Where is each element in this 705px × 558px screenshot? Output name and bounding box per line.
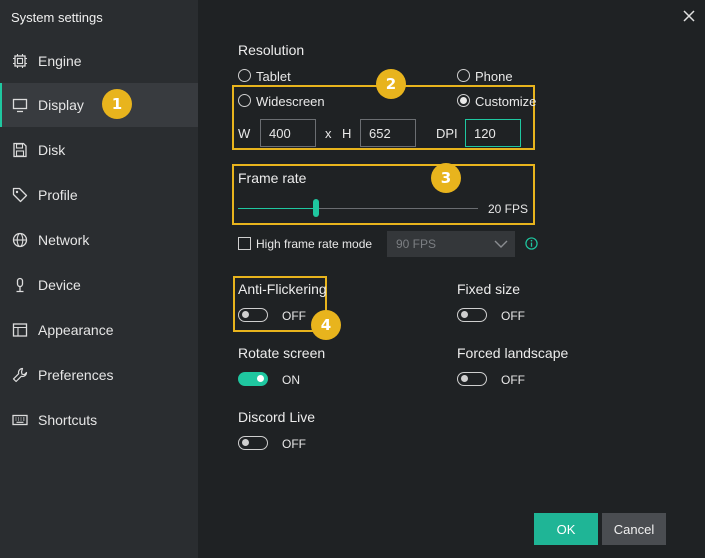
rotate-screen-toggle[interactable]	[238, 372, 268, 386]
sidebar-item-network[interactable]: Network	[0, 218, 198, 262]
discord-live-toggle[interactable]	[238, 436, 268, 450]
close-icon[interactable]	[681, 8, 697, 24]
radio-widescreen[interactable]	[238, 94, 251, 107]
forced-landscape-toggle[interactable]	[457, 372, 487, 386]
sidebar-item-label: Display	[38, 97, 84, 113]
monitor-icon	[12, 98, 28, 113]
mic-icon	[16, 277, 24, 293]
fixed-size-toggle[interactable]	[457, 308, 487, 322]
cancel-button[interactable]: Cancel	[602, 513, 666, 545]
keyboard-icon	[12, 414, 28, 426]
resolution-title: Resolution	[238, 42, 305, 58]
tag-icon	[12, 187, 28, 203]
step-badge: 4	[311, 310, 341, 340]
frame-rate-value: 20 FPS	[488, 202, 529, 216]
globe-icon	[12, 232, 28, 248]
discord-live-label: Discord Live	[238, 409, 316, 425]
height-input[interactable]: 652	[360, 119, 416, 147]
high-frame-rate-checkbox[interactable]	[238, 237, 251, 250]
sidebar-item-engine[interactable]: Engine	[0, 39, 198, 83]
sidebar-item-label: Shortcuts	[38, 412, 98, 428]
rotate-screen-state: ON	[282, 373, 300, 387]
sidebar-item-profile[interactable]: Profile	[0, 173, 198, 217]
window-title: System settings	[11, 10, 103, 25]
sidebar: System settings Engine Display Disk Prof…	[0, 0, 198, 558]
sidebar-item-preferences[interactable]: Preferences	[0, 353, 198, 397]
window-icon	[12, 323, 28, 337]
sidebar-item-device[interactable]: Device	[0, 263, 198, 307]
dpi-label: DPI	[436, 126, 458, 141]
frame-rate-slider-fill	[238, 208, 316, 209]
radio-phone[interactable]	[457, 69, 470, 82]
wrench-icon	[12, 367, 28, 383]
by-label: x	[325, 126, 332, 141]
select-value: 90 FPS	[396, 237, 437, 251]
anti-flickering-label: Anti-Flickering	[238, 281, 327, 297]
step-badge: 2	[376, 69, 406, 99]
sidebar-item-label: Disk	[38, 142, 66, 158]
frame-rate-slider-thumb[interactable]	[313, 199, 319, 217]
sidebar-item-disk[interactable]: Disk	[0, 128, 198, 172]
sidebar-item-label: Network	[38, 232, 90, 248]
radio-label: Tablet	[256, 69, 291, 84]
fixed-size-label: Fixed size	[457, 281, 521, 297]
step-badge: 3	[431, 163, 461, 193]
forced-landscape-label: Forced landscape	[457, 345, 569, 361]
disk-icon	[13, 142, 27, 158]
sidebar-item-label: Preferences	[38, 367, 114, 383]
radio-tablet[interactable]	[238, 69, 251, 82]
chevron-down-icon	[494, 240, 508, 248]
width-label: W	[238, 126, 251, 141]
sidebar-item-label: Profile	[38, 187, 78, 203]
forced-landscape-state: OFF	[501, 373, 525, 387]
sidebar-item-label: Engine	[38, 53, 82, 69]
radio-label: Phone	[475, 69, 513, 84]
radio-customize[interactable]	[457, 94, 470, 107]
width-input[interactable]: 400	[260, 119, 316, 147]
radio-label: Widescreen	[256, 94, 325, 109]
chip-icon	[13, 54, 27, 68]
ok-button[interactable]: OK	[534, 513, 598, 545]
sidebar-item-shortcuts[interactable]: Shortcuts	[0, 398, 198, 442]
sidebar-item-label: Appearance	[38, 322, 114, 338]
info-icon[interactable]	[525, 237, 538, 250]
anti-flickering-toggle[interactable]	[238, 308, 268, 322]
fixed-size-state: OFF	[501, 309, 525, 323]
sidebar-item-label: Device	[38, 277, 81, 293]
rotate-screen-label: Rotate screen	[238, 345, 326, 361]
active-indicator	[0, 83, 2, 127]
height-label: H	[342, 126, 352, 141]
radio-label: Customize	[475, 94, 537, 109]
high-frame-rate-select[interactable]: 90 FPS	[387, 231, 515, 257]
sidebar-item-display[interactable]: Display	[0, 83, 198, 127]
high-frame-rate-label: High frame rate mode	[256, 237, 373, 251]
sidebar-item-appearance[interactable]: Appearance	[0, 308, 198, 352]
discord-live-state: OFF	[282, 437, 306, 451]
settings-window: System settings Engine Display Disk Prof…	[0, 0, 705, 558]
step-badge: 1	[102, 89, 132, 119]
dpi-input[interactable]: 120	[465, 119, 521, 147]
anti-flickering-state: OFF	[282, 309, 306, 323]
frame-rate-title: Frame rate	[238, 170, 307, 186]
